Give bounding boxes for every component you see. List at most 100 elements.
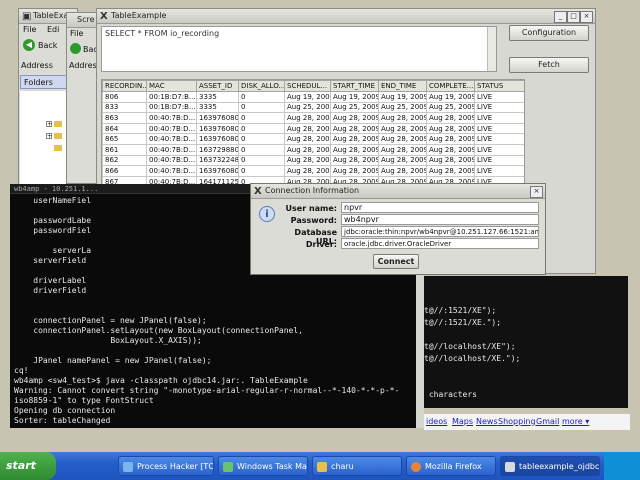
table-row[interactable]: 86300:40:7B:D...16397608010Aug 28, 2009A… [102,112,524,124]
table-cell[interactable]: Aug 25, 2009 [330,101,379,114]
table-cell[interactable]: Aug 19, 2009 [378,91,427,103]
browser-link[interactable]: Maps [452,417,473,426]
column-header[interactable]: START_TIME [330,80,379,92]
table-cell[interactable]: 0 [238,112,285,124]
table-cell[interactable]: 00:40:7B:D... [146,165,197,177]
taskbar-item-charu[interactable]: charu [312,456,402,476]
table-cell[interactable]: LIVE [474,165,524,177]
table-cell[interactable]: 1639760801 [196,112,239,124]
maximize-icon[interactable]: □ [567,11,580,23]
table-cell[interactable]: 3335 [196,101,239,114]
table-cell[interactable]: LIVE [474,101,524,114]
table-cell[interactable]: 0 [238,133,285,145]
table-row[interactable]: 86600:40:7B:D...16397608010Aug 28, 2009A… [102,165,524,177]
column-header[interactable]: RECORDIN... [102,80,147,92]
table-cell[interactable]: Aug 28, 2009 [284,165,331,177]
table-cell[interactable]: 861 [102,143,147,156]
table-cell[interactable]: Aug 28, 2009 [378,133,427,145]
table-cell[interactable]: 0 [238,143,285,156]
table-cell[interactable]: 1637298801 [196,143,239,156]
table-cell[interactable]: Aug 19, 2009 [426,91,475,103]
table-cell[interactable]: LIVE [474,154,524,167]
column-header[interactable]: DISK_ALLO... [238,80,285,92]
expand-icon[interactable]: + [46,133,52,140]
table-cell[interactable]: 00:40:7B:D... [146,112,197,124]
table-cell[interactable]: 865 [102,133,147,145]
driver-field[interactable]: oracle.jdbc.driver.OracleDriver [341,238,539,249]
table-cell[interactable]: 863 [102,112,147,124]
database-url-field[interactable]: jdbc:oracle:thin:npvr/wb4npvr@10.251.127… [341,226,539,237]
table-cell[interactable]: 866 [102,165,147,177]
explorer-back-button[interactable]: Back [38,41,57,50]
table-cell[interactable]: Aug 28, 2009 [378,122,427,135]
table-cell[interactable]: Aug 28, 2009 [284,122,331,135]
table-cell[interactable]: Aug 28, 2009 [284,133,331,145]
column-header[interactable]: STATUS [474,80,524,92]
close-icon[interactable]: × [580,11,593,23]
start-button[interactable]: start [0,452,56,480]
column-header[interactable]: END_TIME [378,80,427,92]
table-cell[interactable]: 00:1B:D7:B... [146,101,197,114]
table-cell[interactable]: 1639760801 [196,133,239,145]
table-cell[interactable]: 0 [238,101,285,114]
table-cell[interactable]: Aug 28, 2009 [378,112,427,124]
table-cell[interactable]: Aug 28, 2009 [378,143,427,156]
explorer-menu-edit[interactable]: Edi [47,25,59,34]
table-cell[interactable]: 00:40:7B:D... [146,143,197,156]
table-cell[interactable]: 833 [102,101,147,114]
minimize-icon[interactable]: _ [554,11,567,23]
table-cell[interactable]: Aug 25, 2009 [284,101,331,114]
password-field[interactable]: wb4npvr [341,214,539,225]
folder-tree[interactable]: + + [20,91,68,185]
sql-query-textarea[interactable]: SELECT * FROM io_recording [101,26,497,72]
table-cell[interactable]: LIVE [474,112,524,124]
column-header[interactable]: SCHEDUL... [284,80,331,92]
table-cell[interactable]: Aug 28, 2009 [330,122,379,135]
table-row[interactable]: 86200:40:7B:D...16373224890Aug 28, 2009A… [102,154,524,167]
table-cell[interactable]: 0 [238,165,285,177]
table-cell[interactable]: Aug 19, 2009 [330,91,379,103]
explorer2-menu-file[interactable]: File [70,29,83,38]
browser-link[interactable]: Gmail [536,417,559,426]
table-cell[interactable]: 00:40:7B:D... [146,122,197,135]
table-cell[interactable]: Aug 25, 2009 [378,101,427,114]
column-header[interactable]: COMPLETE... [426,80,475,92]
table-cell[interactable]: Aug 28, 2009 [330,143,379,156]
table-cell[interactable]: Aug 28, 2009 [426,112,475,124]
table-cell[interactable]: 862 [102,154,147,167]
explorer-menu-file[interactable]: File [23,25,36,34]
taskbar-item-tableexample[interactable]: tableexample_ojdbc... [500,456,600,476]
table-cell[interactable]: 1637322489 [196,154,239,167]
table-cell[interactable]: LIVE [474,143,524,156]
connect-button[interactable]: Connect [373,254,419,269]
table-row[interactable]: 806 00:1B:D7:B... 3335 0 Aug 19, 2009 Aug 19,… [102,91,524,103]
table-cell[interactable]: 0 [238,91,285,103]
configuration-button[interactable]: Configuration [509,25,589,41]
table-cell[interactable]: 864 [102,122,147,135]
back-arrow-icon[interactable]: ◀ [23,39,35,51]
table-cell[interactable]: LIVE [474,91,524,103]
query-scrollbar[interactable] [487,27,496,71]
browser-link[interactable]: Shopping [498,417,536,426]
table-cell[interactable]: Aug 28, 2009 [426,122,475,135]
table-cell[interactable]: 00:40:7B:D... [146,154,197,167]
table-cell[interactable]: 1639760801 [196,165,239,177]
table-row[interactable]: 86400:40:7B:D...16397608010Aug 28, 2009A… [102,122,524,135]
column-header[interactable]: ASSET_ID [196,80,239,92]
table-row[interactable]: 833 00:1B:D7:B... 3335 0 Aug 25, 2009 Aug 25,… [102,101,524,114]
table-cell[interactable]: 3335 [196,91,239,103]
table-cell[interactable]: Aug 28, 2009 [284,154,331,167]
table-cell[interactable]: LIVE [474,133,524,145]
back-arrow-icon[interactable] [70,43,81,54]
browser-link[interactable]: News [476,417,498,426]
taskbar-item-task-manager[interactable]: Windows Task Manager [218,456,308,476]
table-cell[interactable]: 0 [238,122,285,135]
table-row[interactable]: 86500:40:7B:D...16397608010Aug 28, 2009A… [102,133,524,145]
table-cell[interactable]: Aug 28, 2009 [426,133,475,145]
table-cell[interactable]: 0 [238,154,285,167]
expand-icon[interactable]: + [46,121,52,128]
table-cell[interactable]: 806 [102,91,147,103]
table-cell[interactable]: Aug 28, 2009 [426,154,475,167]
table-cell[interactable]: Aug 28, 2009 [330,154,379,167]
table-cell[interactable]: Aug 28, 2009 [284,112,331,124]
